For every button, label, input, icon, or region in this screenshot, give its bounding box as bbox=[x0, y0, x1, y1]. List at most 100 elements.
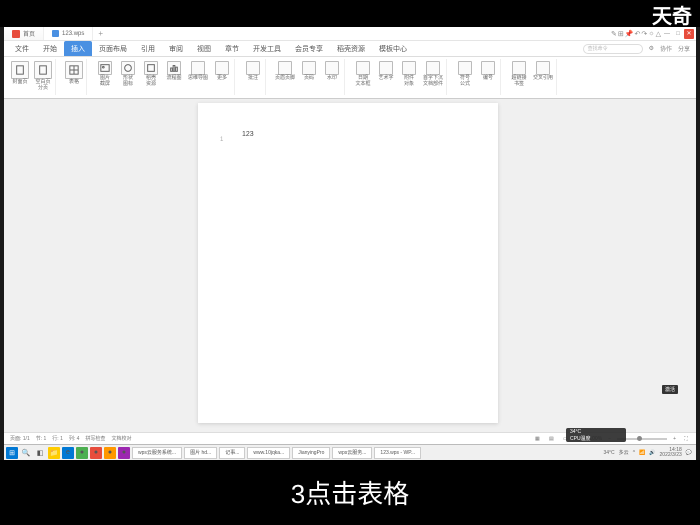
status-row: 行: 1 bbox=[52, 435, 63, 442]
page-number-button[interactable]: 页码 bbox=[300, 59, 318, 95]
status-page[interactable]: 页面: 1/1 bbox=[10, 435, 30, 442]
taskbar-app[interactable]: 记事... bbox=[219, 447, 245, 459]
line-number: 1 bbox=[220, 137, 223, 143]
menu-view[interactable]: 视图 bbox=[190, 41, 218, 56]
table-button[interactable]: 表格 bbox=[65, 59, 83, 95]
chart-button[interactable]: 流程图 bbox=[165, 59, 183, 95]
minimize-button[interactable]: — bbox=[662, 29, 672, 39]
document-text[interactable]: 123 bbox=[242, 131, 474, 138]
crossref-button[interactable]: 交叉引用 bbox=[533, 59, 553, 95]
header-footer-button[interactable]: 页眉页脚 bbox=[275, 59, 295, 95]
app-icon[interactable]: ● bbox=[76, 447, 88, 459]
sun-icon[interactable]: ☼ bbox=[648, 30, 654, 37]
menu-layout[interactable]: 页面布局 bbox=[92, 41, 134, 56]
redo-icon[interactable]: ↷ bbox=[641, 30, 647, 38]
tray-up-icon[interactable]: ^ bbox=[633, 450, 635, 456]
menu-file[interactable]: 文件 bbox=[8, 41, 36, 56]
settings-icon[interactable]: ⚙ bbox=[649, 45, 654, 52]
status-proof[interactable]: 文档校对 bbox=[111, 435, 131, 442]
command-search[interactable]: 查找命令 bbox=[583, 44, 643, 54]
volume-icon[interactable]: 🔊 bbox=[649, 450, 655, 456]
wordart-button[interactable]: 艺术字 bbox=[377, 59, 395, 95]
document-icon bbox=[52, 30, 59, 37]
shapes-button[interactable]: 形状图标 bbox=[119, 59, 137, 95]
menu-review[interactable]: 审阅 bbox=[162, 41, 190, 56]
tooltip: 激活 bbox=[662, 385, 678, 394]
menu-references[interactable]: 引用 bbox=[134, 41, 162, 56]
system-tray: 34°C 多云 ^ 📶 🔊 14:18 2022/3/23 💬 bbox=[604, 448, 693, 458]
taskbar-app[interactable]: 123.wps - WP... bbox=[374, 447, 421, 459]
mindmap-button[interactable]: 思维导图 bbox=[188, 59, 208, 95]
tab-document[interactable]: 123.wps bbox=[44, 27, 93, 40]
taskbar-app[interactable]: JianyingPro bbox=[292, 447, 330, 459]
grid-icon[interactable]: ⊞ bbox=[618, 30, 624, 38]
document-workspace[interactable]: 1 123 激活 bbox=[4, 99, 696, 432]
desktop-screen: 首页 123.wps + ✎ ⊞ 📌 ↶ ↷ ☼ △ — □ ✕ 文件 开始 bbox=[4, 27, 696, 460]
tab-wps[interactable]: 首页 bbox=[4, 27, 44, 40]
close-button[interactable]: ✕ bbox=[684, 29, 694, 39]
number-button[interactable]: 编号 bbox=[479, 59, 497, 95]
menu-templates[interactable]: 模板中心 bbox=[372, 41, 414, 56]
wps-logo-icon bbox=[12, 30, 20, 38]
network-icon[interactable]: 📶 bbox=[639, 450, 645, 456]
status-col: 列: 4 bbox=[69, 435, 80, 442]
status-spell[interactable]: 拼写检查 bbox=[85, 435, 105, 442]
attachment-button[interactable]: 附件对象 bbox=[400, 59, 418, 95]
task-view-icon[interactable]: ◧ bbox=[34, 447, 46, 459]
tab-add-button[interactable]: + bbox=[93, 29, 108, 38]
weather-temp[interactable]: 34°C bbox=[604, 450, 615, 456]
notification-icon[interactable]: 💬 bbox=[686, 450, 692, 456]
date-button[interactable]: 日期文本框 bbox=[354, 59, 372, 95]
collab-link[interactable]: 协作 bbox=[660, 44, 672, 53]
menu-devtools[interactable]: 开发工具 bbox=[246, 41, 288, 56]
pin-icon[interactable]: 📌 bbox=[625, 30, 634, 38]
ribbon: 封面页 空白页分页 表格 图片截屏 形状图标 稻壳资源 流程图 思维导图 更多 … bbox=[4, 57, 696, 99]
fullscreen-icon[interactable]: ⛶ bbox=[682, 435, 690, 443]
app-icon[interactable]: ● bbox=[104, 447, 116, 459]
start-button[interactable]: ⊞ bbox=[6, 447, 18, 459]
menu-insert[interactable]: 插入 bbox=[64, 41, 92, 56]
cover-page-button[interactable]: 封面页 bbox=[11, 59, 29, 95]
zoom-in-button[interactable]: + bbox=[673, 436, 676, 442]
letterbox-bottom: 3点击表格 bbox=[0, 460, 700, 525]
titlebar: 首页 123.wps + ✎ ⊞ 📌 ↶ ↷ ☼ △ — □ ✕ bbox=[4, 27, 696, 41]
menu-resources[interactable]: 稻壳资源 bbox=[330, 41, 372, 56]
clock[interactable]: 14:18 2022/3/23 bbox=[660, 448, 682, 458]
menu-section[interactable]: 章节 bbox=[218, 41, 246, 56]
menu-start[interactable]: 开始 bbox=[36, 41, 64, 56]
temperature-widget[interactable]: 34°C CPU温度 bbox=[566, 428, 626, 442]
explorer-icon[interactable]: 📁 bbox=[48, 447, 60, 459]
symbol-button[interactable]: 符号公式 bbox=[456, 59, 474, 95]
video-caption: 3点击表格 bbox=[291, 474, 409, 511]
undo-icon[interactable]: ↶ bbox=[634, 30, 640, 38]
watermark: 天奇 bbox=[652, 0, 692, 29]
letterbox-top: 天奇 bbox=[0, 0, 700, 27]
taskbar-app[interactable]: wps云服务... bbox=[332, 447, 372, 459]
view-outline-icon[interactable]: ▤ bbox=[547, 435, 555, 443]
search-icon[interactable]: 🔍 bbox=[20, 447, 32, 459]
app-icon[interactable]: ● bbox=[118, 447, 130, 459]
hyperlink-button[interactable]: 超链接书签 bbox=[510, 59, 528, 95]
taskbar-app[interactable]: 图片 hd... bbox=[184, 447, 217, 459]
monitor-frame: 首页 123.wps + ✎ ⊞ 📌 ↶ ↷ ☼ △ — □ ✕ 文件 开始 bbox=[0, 27, 700, 460]
menu-member[interactable]: 会员专享 bbox=[288, 41, 330, 56]
taskbar-app[interactable]: wps云服务系统... bbox=[132, 447, 182, 459]
more-button[interactable]: 更多 bbox=[213, 59, 231, 95]
document-page[interactable]: 1 123 bbox=[198, 103, 498, 423]
dropcap-button[interactable]: 首字下沉文档部件 bbox=[423, 59, 443, 95]
windows-taskbar: ⊞ 🔍 ◧ 📁 e ● ● ● ● wps云服务系统... 图片 hd... 记… bbox=[4, 444, 696, 460]
maximize-button[interactable]: □ bbox=[673, 29, 683, 39]
taskbar-app[interactable]: www.10jqka... bbox=[247, 447, 290, 459]
blank-page-button[interactable]: 空白页分页 bbox=[34, 59, 52, 95]
pencil-icon[interactable]: ✎ bbox=[611, 30, 617, 38]
share-link[interactable]: 分享 bbox=[678, 44, 690, 53]
docer-button[interactable]: 稻壳资源 bbox=[142, 59, 160, 95]
watermark-button[interactable]: 水印 bbox=[323, 59, 341, 95]
edge-icon[interactable]: e bbox=[62, 447, 74, 459]
app-icon[interactable]: ● bbox=[90, 447, 102, 459]
picture-button[interactable]: 图片截屏 bbox=[96, 59, 114, 95]
comment-button[interactable]: 批注 bbox=[244, 59, 262, 95]
bell-icon[interactable]: △ bbox=[656, 30, 661, 38]
view-print-icon[interactable]: ▦ bbox=[533, 435, 541, 443]
weather-label[interactable]: 多云 bbox=[619, 449, 629, 456]
